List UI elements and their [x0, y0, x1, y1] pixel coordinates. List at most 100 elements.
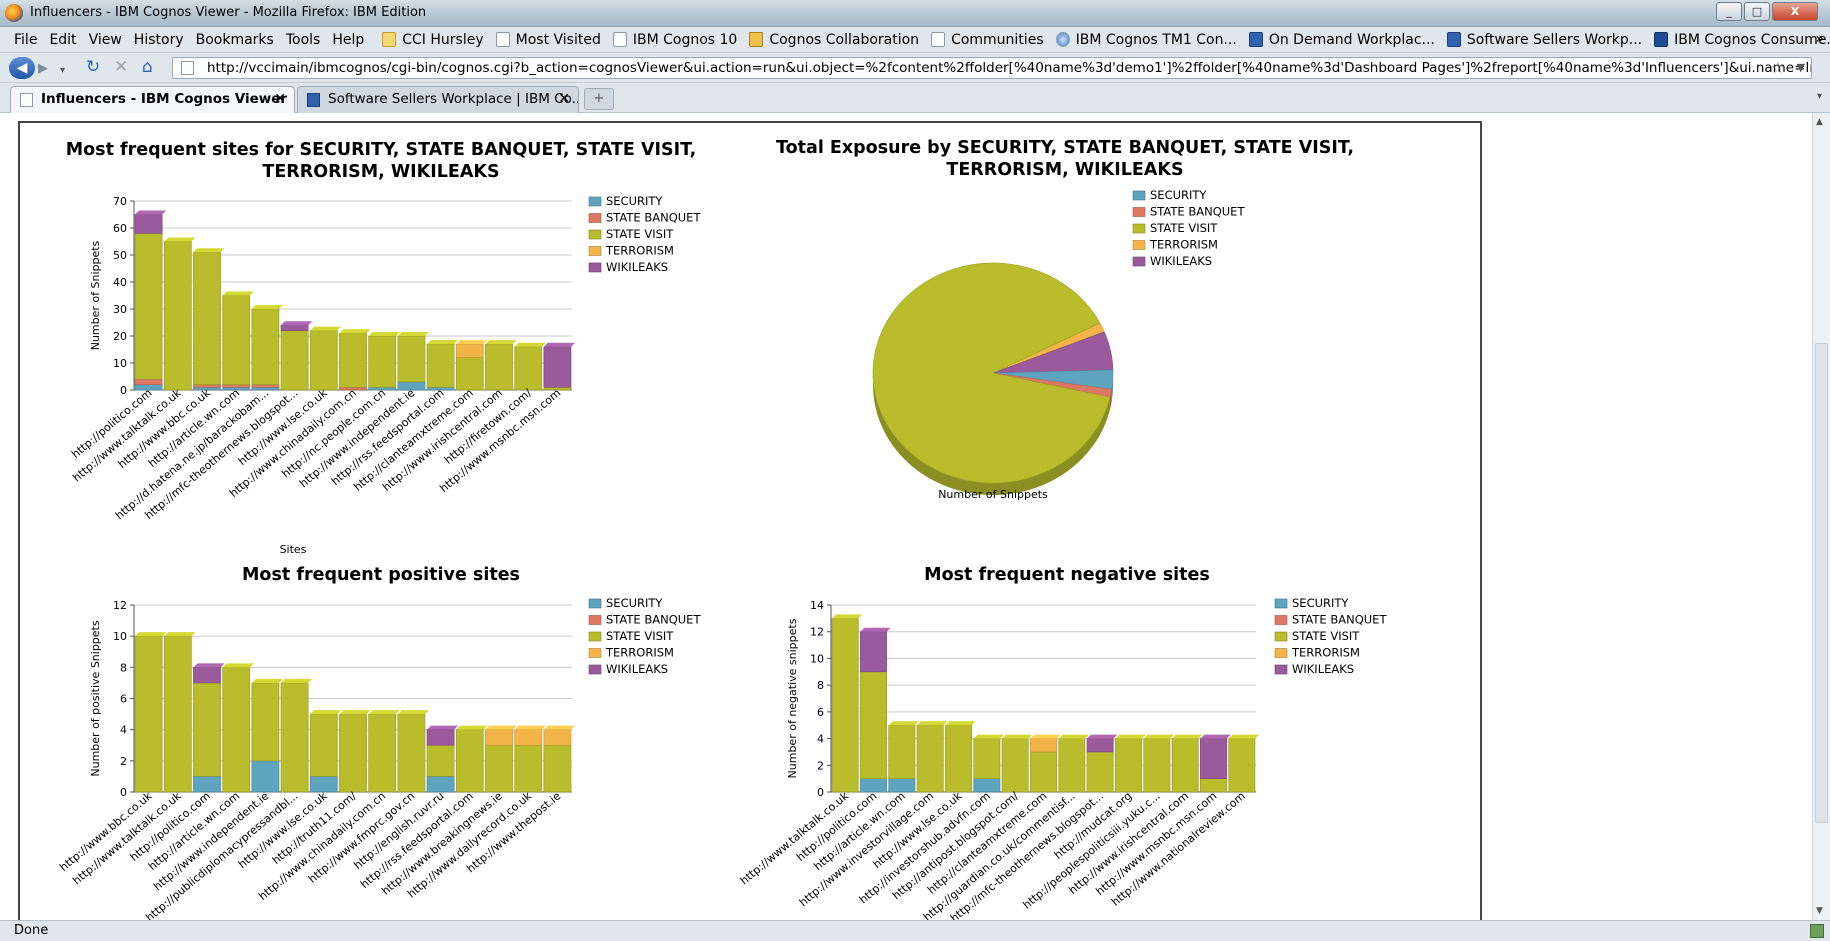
menu-bookmarks[interactable]: Bookmarks — [190, 32, 280, 48]
forward-button[interactable]: ▶ — [38, 59, 48, 79]
chart-title-line: TERRORISM, WIKILEAKS — [946, 160, 1183, 180]
legend-label: STATE VISIT — [606, 227, 674, 241]
bar-segment — [1171, 738, 1199, 793]
scrollbar-thumb[interactable] — [1815, 343, 1828, 823]
bookmark-tm1[interactable]: IBM Cognos TM1 Con... — [1055, 32, 1237, 48]
close-tab-icon[interactable]: ✕ — [274, 87, 286, 112]
legend-swatch — [588, 229, 602, 240]
people-icon — [931, 32, 946, 47]
bar-segment — [222, 667, 251, 793]
bar-top-cap — [222, 663, 254, 668]
bar-segment — [222, 384, 251, 388]
bar-top-cap — [1200, 734, 1231, 739]
tab-software-sellers[interactable]: Software Sellers Workplace | IBM Co... ✕ — [297, 86, 579, 113]
bar-segment — [543, 744, 572, 793]
page-icon — [612, 32, 627, 47]
y-tick-label: 4 — [817, 733, 824, 746]
legend-label: WIKILEAKS — [1292, 662, 1354, 676]
y-tick-label: 10 — [113, 630, 127, 643]
url-dropdown-icon[interactable]: ▼ — [1797, 58, 1805, 78]
menu-edit[interactable]: Edit — [43, 32, 82, 48]
bar-segment — [1030, 738, 1057, 753]
globe-icon — [1055, 32, 1070, 47]
minimize-button[interactable]: _ — [1716, 2, 1742, 21]
stop-icon[interactable]: ✕ — [114, 57, 128, 77]
bar-segment — [973, 738, 1001, 779]
scroll-up-icon[interactable]: ▲ — [1816, 117, 1823, 127]
legend-swatch — [588, 246, 602, 256]
history-dropdown-button[interactable]: ▾ — [60, 61, 65, 81]
new-tab-button[interactable]: + — [584, 88, 614, 110]
y-axis-label: Number of negative snippets — [786, 618, 799, 778]
bar-segment — [426, 776, 455, 793]
bookmark-cci-hursley[interactable]: CCI Hursley — [382, 32, 484, 48]
tab-bar: Influencers - IBM Cognos Viewer ✕ Softwa… — [0, 83, 1830, 114]
bookmark-cognos-collaboration[interactable]: Cognos Collaboration — [749, 32, 919, 48]
legend-label: TERRORISM — [605, 244, 674, 258]
bar-segment — [193, 776, 221, 793]
bar-top-cap — [135, 632, 167, 637]
menu-tools[interactable]: Tools — [280, 32, 327, 48]
bar-segment — [251, 682, 280, 762]
bookmark-cognos-consumer[interactable]: IBM Cognos Consume... — [1654, 32, 1830, 48]
bar-top-cap — [164, 237, 196, 242]
chart-title-line: Most frequent positive sites — [242, 565, 520, 585]
network-status-icon — [1810, 924, 1824, 938]
bookmark-communities[interactable]: Communities — [931, 32, 1044, 48]
legend-swatch — [1274, 631, 1288, 642]
vertical-scrollbar[interactable]: ▲ ▼ — [1812, 113, 1830, 920]
bar-segment — [916, 724, 944, 793]
bar-segment — [455, 343, 484, 358]
menu-history[interactable]: History — [128, 32, 190, 48]
maximize-button[interactable]: □ — [1744, 2, 1770, 21]
back-button[interactable]: ◀ — [9, 57, 35, 79]
bar-segment — [1030, 751, 1057, 793]
bar-top-cap — [310, 710, 342, 715]
wc-icon — [1446, 32, 1461, 47]
legend-swatch — [1274, 664, 1288, 675]
legend-label: STATE VISIT — [1150, 221, 1218, 235]
bookmark-star-icon[interactable]: ☆ — [1771, 58, 1785, 78]
bar-segment — [339, 713, 367, 793]
close-window-button[interactable]: X — [1772, 2, 1818, 21]
reload-icon[interactable]: ↻ — [86, 57, 100, 77]
bar-segment — [455, 357, 484, 391]
bookmark-on-demand[interactable]: On Demand Workplac... — [1248, 32, 1435, 48]
tab-list-icon[interactable]: ▾ — [1817, 91, 1822, 102]
menu-view[interactable]: View — [83, 32, 128, 48]
home-icon[interactable]: ⌂ — [142, 57, 153, 77]
bar-segment — [426, 729, 455, 746]
tab-influencers[interactable]: Influencers - IBM Cognos Viewer ✕ — [10, 86, 295, 114]
bar-top-cap — [251, 678, 283, 683]
bar-segment — [485, 343, 513, 391]
legend-label: WIKILEAKS — [606, 260, 668, 274]
menu-file[interactable]: File — [0, 32, 43, 48]
y-tick-label: 40 — [113, 276, 127, 289]
bookmark-most-visited[interactable]: Most Visited — [495, 32, 601, 48]
bar-top-cap — [514, 342, 546, 347]
y-axis-label: Number of positive Snippets — [89, 620, 102, 776]
bookmarks-overflow-button[interactable]: » — [1815, 31, 1824, 47]
bookmark-ibm-cognos-10[interactable]: IBM Cognos 10 — [612, 32, 737, 48]
close-tab-icon[interactable]: ✕ — [558, 87, 570, 112]
legend-swatch — [1274, 615, 1288, 625]
legend-label: TERRORISM — [605, 646, 674, 660]
menu-help[interactable]: Help — [326, 32, 370, 48]
y-tick-label: 8 — [817, 679, 824, 692]
bar-top-cap — [1115, 734, 1146, 739]
bar-segment — [1200, 738, 1227, 779]
scroll-down-icon[interactable]: ▼ — [1816, 906, 1823, 916]
url-bar[interactable]: http://vccimain/ibmcognos/cgi-bin/cognos… — [172, 57, 1812, 79]
bar-top-cap — [945, 721, 976, 726]
bar-top-cap — [222, 291, 254, 296]
bar-segment — [514, 729, 543, 746]
bar-top-cap — [193, 248, 225, 253]
bar-segment — [134, 378, 163, 385]
legend-swatch — [1132, 190, 1146, 201]
bar-top-cap — [860, 627, 891, 632]
bar-top-cap — [251, 305, 283, 309]
legend-swatch — [1132, 207, 1146, 217]
bookmark-software-sellers[interactable]: Software Sellers Workp... — [1446, 32, 1642, 48]
pie-axis-label: Number of Snippets — [938, 488, 1048, 501]
wc-icon — [307, 93, 320, 107]
